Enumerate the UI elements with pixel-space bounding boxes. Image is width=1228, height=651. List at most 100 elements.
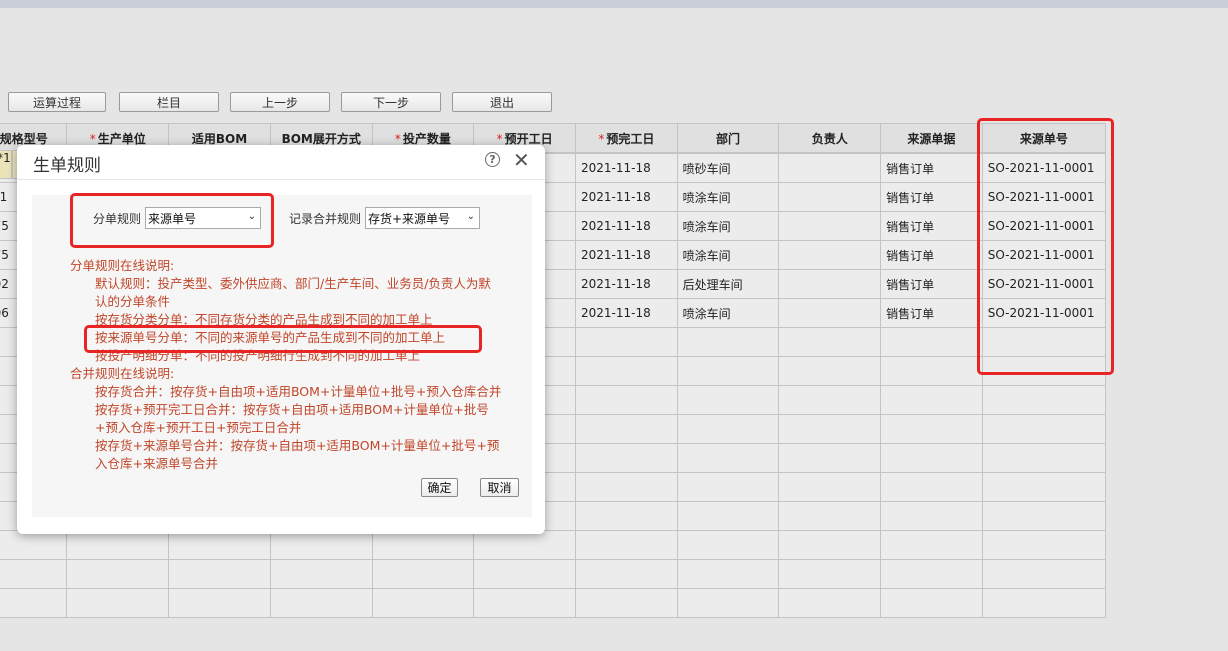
table-cell[interactable] <box>880 501 983 531</box>
table-cell[interactable]: 喷涂车间 <box>676 298 780 328</box>
merge-rule-select[interactable]: 存货+来源单号 ⌄ <box>365 207 480 229</box>
table-cell[interactable] <box>168 559 271 589</box>
table-cell[interactable]: 喷涂车间 <box>676 240 780 270</box>
prev-step-button[interactable]: 上一步 <box>230 92 330 112</box>
table-cell[interactable]: 喷涂车间 <box>676 182 780 212</box>
table-cell[interactable] <box>473 559 576 589</box>
table-cell[interactable] <box>371 530 475 560</box>
table-cell[interactable] <box>473 588 576 618</box>
table-cell[interactable] <box>676 472 780 502</box>
table-cell[interactable] <box>778 472 882 502</box>
table-cell[interactable] <box>574 443 678 473</box>
table-cell[interactable] <box>676 559 780 589</box>
table-cell[interactable]: 2021-11-18 <box>574 182 678 212</box>
column-header[interactable]: * 预完工日 <box>574 123 678 153</box>
table-cell[interactable]: 后处理车间 <box>676 269 780 299</box>
table-cell[interactable] <box>168 588 271 618</box>
split-rule-select[interactable]: 来源单号 ⌄ <box>145 207 261 229</box>
table-cell[interactable] <box>778 559 882 589</box>
table-cell[interactable]: 销售订单 <box>880 240 983 270</box>
table-cell[interactable] <box>880 588 983 618</box>
exit-button[interactable]: 退出 <box>452 92 552 112</box>
table-cell[interactable] <box>676 356 780 386</box>
table-cell[interactable] <box>778 211 882 241</box>
table-cell[interactable] <box>574 327 678 357</box>
column-header[interactable]: 来源单据 <box>880 123 983 153</box>
table-cell[interactable] <box>0 588 68 618</box>
table-cell[interactable] <box>778 269 882 299</box>
table-cell[interactable] <box>0 530 68 560</box>
table-cell[interactable] <box>574 385 678 415</box>
table-cell[interactable] <box>574 356 678 386</box>
table-cell[interactable] <box>676 530 780 560</box>
table-cell[interactable] <box>981 588 1107 618</box>
table-cell[interactable] <box>66 588 170 618</box>
table-cell[interactable] <box>676 385 780 415</box>
table-row[interactable] <box>0 588 1107 618</box>
table-cell[interactable]: SO-2021-11-0001 <box>981 269 1107 299</box>
table-cell[interactable] <box>778 588 882 618</box>
table-cell[interactable] <box>778 501 882 531</box>
table-cell[interactable] <box>880 327 983 357</box>
table-cell[interactable] <box>778 385 882 415</box>
column-header[interactable]: 部门 <box>676 123 780 153</box>
close-icon[interactable]: ✕ <box>513 148 530 172</box>
table-cell[interactable]: 喷砂车间 <box>676 153 780 183</box>
table-cell[interactable] <box>66 559 170 589</box>
table-cell[interactable]: 销售订单 <box>880 153 983 183</box>
table-cell[interactable] <box>473 530 576 560</box>
next-step-button[interactable]: 下一步 <box>341 92 441 112</box>
table-cell[interactable] <box>269 559 373 589</box>
table-cell[interactable] <box>981 356 1107 386</box>
table-row[interactable] <box>0 559 1107 589</box>
column-header[interactable]: 负责人 <box>778 123 882 153</box>
table-cell[interactable] <box>778 530 882 560</box>
table-cell[interactable] <box>880 530 983 560</box>
table-cell[interactable] <box>778 153 882 183</box>
table-cell[interactable] <box>269 588 373 618</box>
table-cell[interactable]: 销售订单 <box>880 269 983 299</box>
table-cell[interactable] <box>168 530 271 560</box>
table-cell[interactable]: SO-2021-11-0001 <box>981 298 1107 328</box>
table-cell[interactable] <box>880 559 983 589</box>
table-cell[interactable] <box>981 559 1107 589</box>
table-cell[interactable] <box>981 443 1107 473</box>
table-row[interactable] <box>0 530 1107 560</box>
table-cell[interactable] <box>0 559 68 589</box>
table-cell[interactable]: SO-2021-11-0001 <box>981 153 1107 183</box>
table-cell[interactable] <box>574 588 678 618</box>
table-cell[interactable] <box>676 414 780 444</box>
table-cell[interactable] <box>880 356 983 386</box>
table-cell[interactable] <box>778 182 882 212</box>
table-cell[interactable] <box>778 414 882 444</box>
table-cell[interactable]: 喷涂车间 <box>676 211 780 241</box>
columns-button[interactable]: 栏目 <box>119 92 219 112</box>
table-cell[interactable]: SO-2021-11-0001 <box>981 211 1107 241</box>
table-cell[interactable] <box>880 472 983 502</box>
column-header[interactable]: 来源单号 <box>981 123 1107 153</box>
table-cell[interactable] <box>574 530 678 560</box>
table-cell[interactable] <box>778 240 882 270</box>
table-cell[interactable] <box>676 588 780 618</box>
table-cell[interactable] <box>778 327 882 357</box>
table-cell[interactable]: 2021-11-18 <box>574 211 678 241</box>
table-cell[interactable]: SO-2021-11-0001 <box>981 240 1107 270</box>
ok-button[interactable]: 确定 <box>421 478 458 497</box>
cancel-button[interactable]: 取消 <box>480 478 519 497</box>
table-cell[interactable] <box>981 327 1107 357</box>
table-cell[interactable]: 销售订单 <box>880 298 983 328</box>
table-cell[interactable] <box>981 472 1107 502</box>
table-cell[interactable] <box>371 559 475 589</box>
table-cell[interactable]: 销售订单 <box>880 182 983 212</box>
table-cell[interactable] <box>880 414 983 444</box>
table-cell[interactable] <box>371 588 475 618</box>
table-cell[interactable]: 2021-11-18 <box>574 153 678 183</box>
table-cell[interactable] <box>880 443 983 473</box>
table-cell[interactable] <box>778 443 882 473</box>
table-cell[interactable]: 3*1 <box>0 149 12 179</box>
table-cell[interactable] <box>66 530 170 560</box>
table-cell[interactable] <box>269 530 373 560</box>
table-cell[interactable] <box>981 501 1107 531</box>
table-cell[interactable] <box>676 443 780 473</box>
calc-process-button[interactable]: 运算过程 <box>8 92 106 112</box>
